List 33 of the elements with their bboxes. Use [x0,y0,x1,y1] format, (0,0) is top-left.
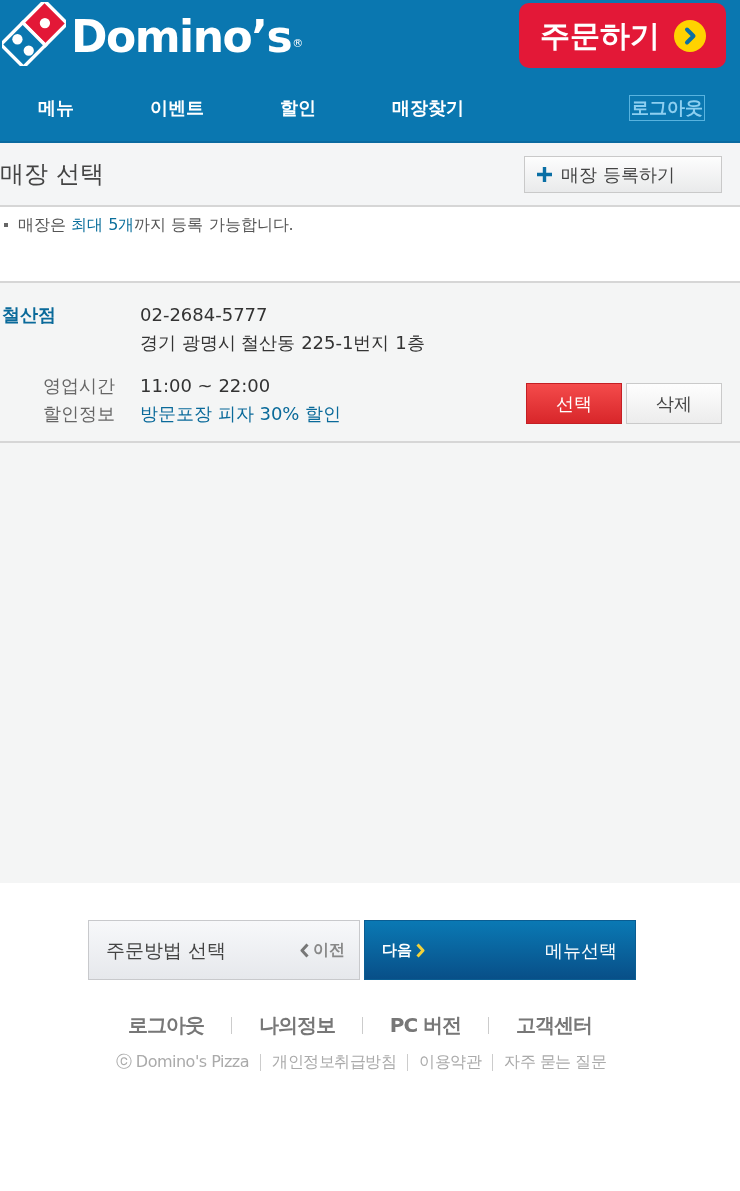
brand-wordmark: Domino’s [71,15,292,59]
add-store-button[interactable]: 매장 등록하기 [524,155,722,193]
footer-link[interactable]: PC 버전 [389,1010,462,1040]
nav-link[interactable]: 할인 [280,94,316,121]
bullet-icon [4,223,8,227]
detail-value: 방문포장 피자 30% 할인 [140,402,342,426]
delete-button[interactable]: 삭제 [626,383,722,424]
store-address: 경기 광명시 철산동 225-1번지 1층 [140,331,425,355]
order-button[interactable]: 주문하기 [519,3,726,68]
nav-link[interactable]: 매장찾기 [392,94,464,121]
copyright-text: ⓒ Domino's Pizza [115,1051,250,1073]
previous-step-button[interactable]: 주문방법 선택 이전 [88,920,360,980]
footer-link[interactable]: 이용약관 [419,1050,482,1074]
store-phone: 02-2684-5777 [140,303,269,327]
select-button[interactable]: 선택 [526,383,622,424]
chevron-left-icon [300,942,309,958]
next-step-button[interactable]: 다음 메뉴선택 [364,920,636,980]
nav-link[interactable]: 이벤트 [150,94,204,121]
chevron-right-icon [416,942,425,958]
store-name: 철산점 [2,303,57,327]
detail-label: 영업시간 [42,374,115,398]
trademark-mark: ® [292,36,304,52]
notice-text: 매장은 최대 5개까지 등록 가능합니다. [18,214,294,236]
logout-link[interactable]: 로그아웃 [629,94,705,121]
footer-link[interactable]: 나의정보 [258,1010,335,1040]
footer-link[interactable]: 고객센터 [516,1010,593,1040]
detail-value: 11:00 ~ 22:00 [140,374,272,398]
chevron-right-icon [673,19,706,52]
nav-link[interactable]: 메뉴 [38,94,74,121]
page-title: 매장 선택 [0,159,104,189]
footer-link[interactable]: 로그아웃 [127,1010,204,1040]
plus-icon [537,166,552,182]
detail-label: 할인정보 [42,402,115,426]
